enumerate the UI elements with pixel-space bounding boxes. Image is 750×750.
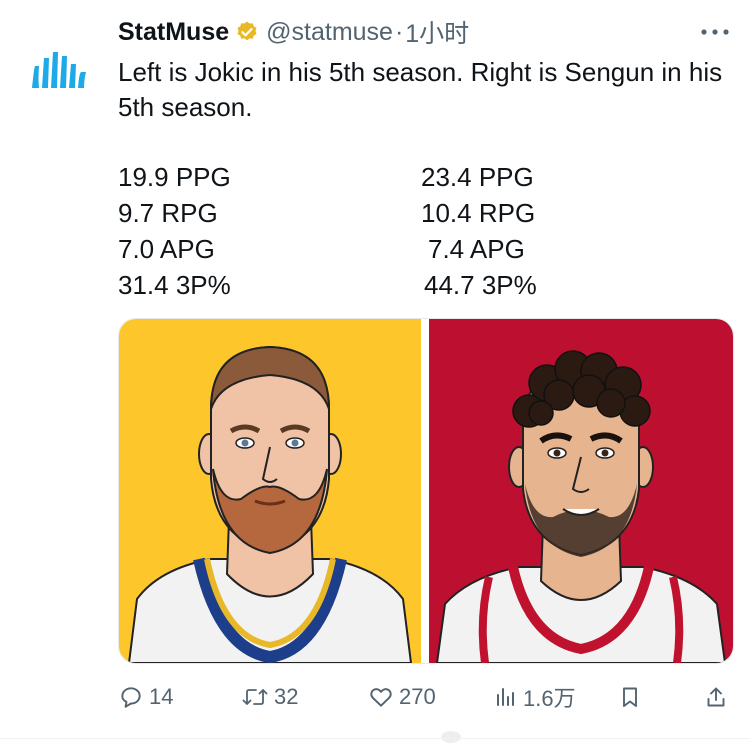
retweet-button[interactable]: 32 <box>241 680 298 714</box>
share-icon <box>707 687 725 707</box>
separator-dot: · <box>394 17 404 46</box>
reply-count: 14 <box>149 684 174 709</box>
jokic-stat-3p: 31.4 3P% <box>118 270 231 300</box>
jokic-stat-apg: 7.0 APG <box>118 234 215 264</box>
stat-row-3p: 31.4 3P% 44.7 3P% <box>118 267 738 303</box>
media-divider <box>421 319 429 663</box>
author-display-name[interactable]: StatMuse <box>118 18 229 47</box>
reply-icon <box>121 687 141 708</box>
bookmark-button[interactable] <box>618 680 642 714</box>
stat-row-ppg: 19.9 PPG 23.4 PPG <box>118 159 738 195</box>
bookmark-icon <box>623 687 637 707</box>
tweet-header: StatMuse @statmuse · 1小时 <box>118 14 730 50</box>
share-button[interactable] <box>704 680 728 714</box>
views-bar-chart-icon <box>497 688 514 706</box>
tweet-media[interactable] <box>118 318 734 664</box>
sengun-illustration[interactable] <box>429 319 733 663</box>
watermark-icon <box>440 729 462 745</box>
more-options-icon[interactable] <box>700 18 730 46</box>
bottom-divider <box>0 738 750 739</box>
stat-row-apg: 7.0 APG 7.4 APG <box>118 231 738 267</box>
author-handle[interactable]: @statmuse <box>266 18 393 47</box>
stat-row-rpg: 9.7 RPG 10.4 RPG <box>118 195 738 231</box>
tweet-timestamp[interactable]: 1小时 <box>405 14 469 50</box>
jokic-illustration[interactable] <box>119 319 421 663</box>
avatar[interactable] <box>20 30 100 110</box>
stats-comparison: 19.9 PPG 23.4 PPG 9.7 RPG 10.4 RPG 7.0 A… <box>118 159 738 303</box>
retweet-count: 32 <box>274 684 299 709</box>
heart-icon <box>370 688 392 707</box>
jokic-stat-rpg: 9.7 RPG <box>118 198 218 228</box>
sengun-stat-apg: 7.4 APG <box>428 234 525 264</box>
like-button[interactable]: 270 <box>368 680 436 714</box>
views-count: 1.6万 <box>523 686 576 711</box>
statmuse-logo-icon <box>32 52 86 88</box>
tweet-text: Left is Jokic in his 5th season. Right i… <box>118 57 723 122</box>
sengun-stat-3p: 44.7 3P% <box>424 270 537 300</box>
sengun-stat-rpg: 10.4 RPG <box>421 198 536 228</box>
like-count: 270 <box>399 684 436 709</box>
verified-badge-icon <box>235 20 259 44</box>
reply-button[interactable]: 14 <box>118 680 173 714</box>
sengun-stat-ppg: 23.4 PPG <box>421 162 534 192</box>
retweet-icon <box>242 689 268 705</box>
views-button[interactable]: 1.6万 <box>494 680 576 714</box>
tweet-action-bar: 14 32 270 1.6万 <box>118 680 738 714</box>
jokic-stat-ppg: 19.9 PPG <box>118 162 231 192</box>
